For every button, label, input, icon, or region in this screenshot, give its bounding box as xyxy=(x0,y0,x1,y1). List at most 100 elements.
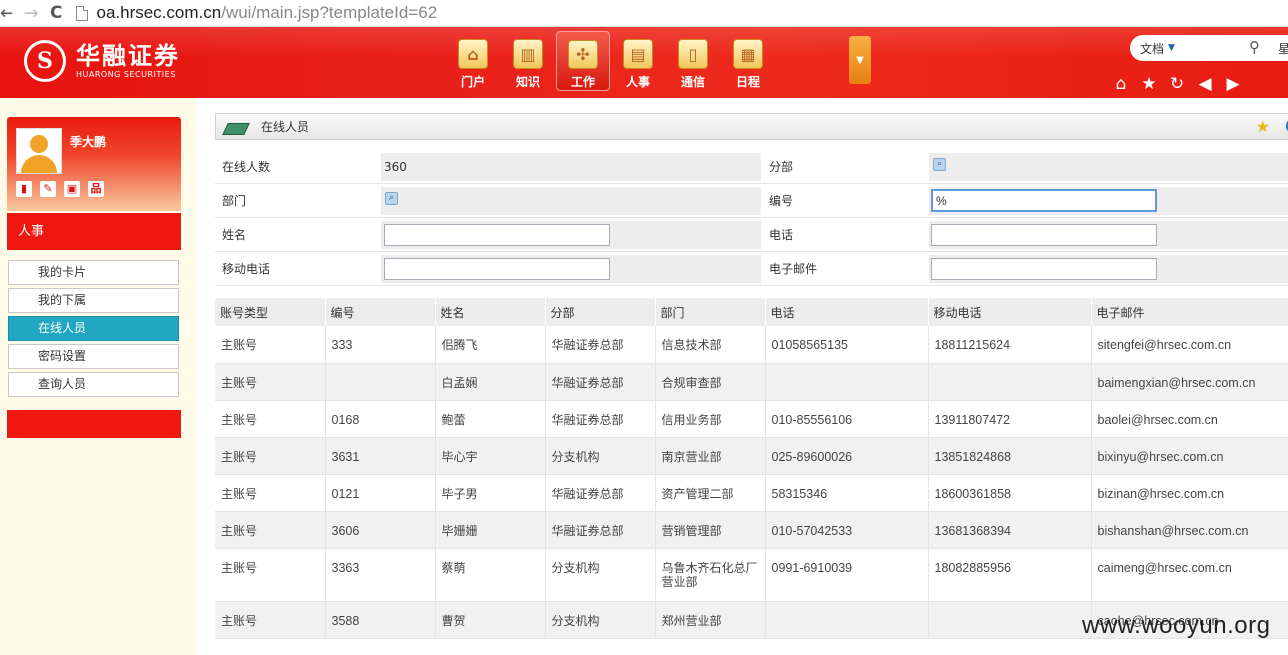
reload-icon[interactable]: C xyxy=(50,3,62,23)
cell-email[interactable]: caimeng@hrsec.com.cn xyxy=(1091,548,1288,602)
cell-name[interactable]: 蔡萌 xyxy=(435,548,546,602)
module-portal[interactable]: ⌂ 门户 xyxy=(446,31,500,91)
cell-dept: 南京营业部 xyxy=(655,437,766,475)
name-label: 姓名 xyxy=(222,228,247,242)
avatar-head-icon xyxy=(30,135,48,153)
column-header-phone[interactable]: 电话 xyxy=(765,298,929,326)
browse-branch-icon[interactable]: ⌕ xyxy=(933,158,946,171)
module-label: 工作 xyxy=(570,75,595,89)
table-row[interactable]: 主账号 333 佀腾飞 华融证券总部 信息技术部 01058565135 188… xyxy=(215,326,1288,364)
cell-email[interactable]: bishanshan@hrsec.com.cn xyxy=(1091,511,1288,549)
cell-number: 3631 xyxy=(325,437,436,475)
branch-label: 分部 xyxy=(769,160,794,174)
module-knowledge[interactable]: ▥ 知识 xyxy=(501,31,555,91)
cell-name[interactable]: 曹贺 xyxy=(435,601,546,639)
cell-name[interactable]: 毕心宇 xyxy=(435,437,546,475)
forward-icon[interactable]: ▶ xyxy=(1220,73,1246,95)
cell-phone: 0991-6910039 xyxy=(765,548,929,602)
cell-phone: 58315346 xyxy=(765,474,929,512)
dept-field xyxy=(381,187,761,215)
cell-name[interactable]: 毕子男 xyxy=(435,474,546,512)
cell-branch: 分支机构 xyxy=(545,601,656,639)
name-input[interactable] xyxy=(384,224,610,246)
table-row[interactable]: 主账号 3606 毕姗姗 华融证券总部 营销管理部 010-57042533 1… xyxy=(215,511,1288,549)
cell-mobile: 18811215624 xyxy=(928,326,1092,364)
table-row[interactable]: 主账号 0168 鲍蕾 华融证券总部 信用业务部 010-85556106 13… xyxy=(215,400,1288,438)
module-hr[interactable]: ▤ 人事 xyxy=(611,31,665,91)
avatar[interactable] xyxy=(16,128,62,174)
search-box[interactable]: 文档 ▼ ⚲ 星 xyxy=(1130,35,1288,61)
cell-email[interactable]: sitengfei@hrsec.com.cn xyxy=(1091,326,1288,364)
column-header-account-type[interactable]: 账号类型 xyxy=(215,298,326,326)
cell-name[interactable]: 鲍蕾 xyxy=(435,400,546,438)
column-header-email[interactable]: 电子邮件 xyxy=(1091,298,1288,326)
cell-mobile: 13851824868 xyxy=(928,437,1092,475)
table-row[interactable]: 主账号 3631 毕心宇 分支机构 南京营业部 025-89600026 138… xyxy=(215,437,1288,475)
table-row[interactable]: 主账号 0121 毕子男 华融证券总部 资产管理二部 58315346 1860… xyxy=(215,474,1288,512)
online-count-field xyxy=(381,153,761,181)
column-header-name[interactable]: 姓名 xyxy=(435,298,546,326)
calendar-icon: ▦ xyxy=(733,39,763,69)
org-chart-icon[interactable]: 品 xyxy=(88,181,104,197)
url-field[interactable]: oa.hrsec.com.cn/wui/main.jsp?templateId=… xyxy=(96,3,437,23)
edit-icon[interactable]: ✎ xyxy=(40,181,56,197)
cell-account-type: 主账号 xyxy=(215,601,326,639)
column-header-mobile[interactable]: 移动电话 xyxy=(928,298,1092,326)
page-icon xyxy=(76,5,89,21)
phone-input[interactable] xyxy=(931,224,1157,246)
lock-icon[interactable]: ▣ xyxy=(64,181,80,197)
favorite-star-icon[interactable]: ★ xyxy=(1136,73,1162,95)
favorite-star-icon[interactable]: ★ xyxy=(1256,117,1270,136)
browse-dept-icon[interactable]: ⌕ xyxy=(385,192,398,205)
sidebar-item-search-people[interactable]: 查询人员 xyxy=(8,372,179,397)
forward-arrow-icon[interactable]: → xyxy=(20,2,42,24)
cell-phone xyxy=(765,601,929,639)
column-header-dept[interactable]: 部门 xyxy=(655,298,766,326)
cell-dept: 信息技术部 xyxy=(655,326,766,364)
cell-email[interactable]: bizinan@hrsec.com.cn xyxy=(1091,474,1288,512)
cell-number: 333 xyxy=(325,326,436,364)
cell-number: 0121 xyxy=(325,474,436,512)
table-row[interactable]: 主账号 3363 蔡萌 分支机构 乌鲁木齐石化总厂营业部 0991-691003… xyxy=(215,548,1288,602)
sidebar-item-password[interactable]: 密码设置 xyxy=(8,344,179,369)
module-label: 通信 xyxy=(680,75,705,89)
form-row: 姓名 电话 xyxy=(215,218,1288,252)
table-row[interactable]: 主账号 白孟娴 华融证券总部 合规审查部 baimengxian@hrsec.c… xyxy=(215,363,1288,401)
cell-mobile: 13681368394 xyxy=(928,511,1092,549)
module-schedule[interactable]: ▦ 日程 xyxy=(721,31,775,91)
cell-name[interactable]: 佀腾飞 xyxy=(435,326,546,364)
refresh-icon[interactable]: ↻ xyxy=(1164,73,1190,95)
cell-branch: 华融证券总部 xyxy=(545,511,656,549)
number-input[interactable]: % xyxy=(931,189,1157,212)
sidebar-item-my-card[interactable]: 我的卡片 xyxy=(8,260,179,285)
more-modules-button[interactable]: ▼ xyxy=(849,36,871,84)
cell-name[interactable]: 毕姗姗 xyxy=(435,511,546,549)
module-communication[interactable]: ▯ 通信 xyxy=(666,31,720,91)
module-work[interactable]: ✣ 工作 xyxy=(556,31,610,91)
column-header-branch[interactable]: 分部 xyxy=(545,298,656,326)
search-form: 在线人数 360 分部 ⌕ 部门 ⌕ 编号 % 姓名 电话 移动电话 电子邮件 xyxy=(215,150,1288,286)
sidebar-item-online-users[interactable]: 在线人员 xyxy=(8,316,179,341)
sidebar-menu: 我的卡片 我的下属 在线人员 密码设置 查询人员 xyxy=(8,260,179,400)
home-icon[interactable]: ⌂ xyxy=(1108,73,1134,95)
section-header-hr[interactable]: 人事 xyxy=(7,213,181,250)
cell-number: 3606 xyxy=(325,511,436,549)
cell-name[interactable]: 白孟娴 xyxy=(435,363,546,401)
cell-email[interactable]: bixinyu@hrsec.com.cn xyxy=(1091,437,1288,475)
cell-account-type: 主账号 xyxy=(215,511,326,549)
search-icon[interactable]: ⚲ xyxy=(1249,38,1260,56)
bookmark-icon[interactable]: ▮ xyxy=(16,181,32,197)
search-type-select[interactable]: 文档 xyxy=(1140,40,1164,57)
section-header-empty[interactable] xyxy=(7,410,181,438)
back-arrow-icon[interactable]: ← xyxy=(0,2,12,24)
sidebar-item-subordinates[interactable]: 我的下属 xyxy=(8,288,179,313)
mobile-input[interactable] xyxy=(384,258,610,280)
column-header-number[interactable]: 编号 xyxy=(325,298,436,326)
cell-email[interactable]: baimengxian@hrsec.com.cn xyxy=(1091,363,1288,401)
cell-account-type: 主账号 xyxy=(215,474,326,512)
back-icon[interactable]: ◀ xyxy=(1192,73,1218,95)
cell-phone: 025-89600026 xyxy=(765,437,929,475)
url-path: /wui/main.jsp?templateId=62 xyxy=(221,3,438,22)
email-input[interactable] xyxy=(931,258,1157,280)
cell-email[interactable]: baolei@hrsec.com.cn xyxy=(1091,400,1288,438)
